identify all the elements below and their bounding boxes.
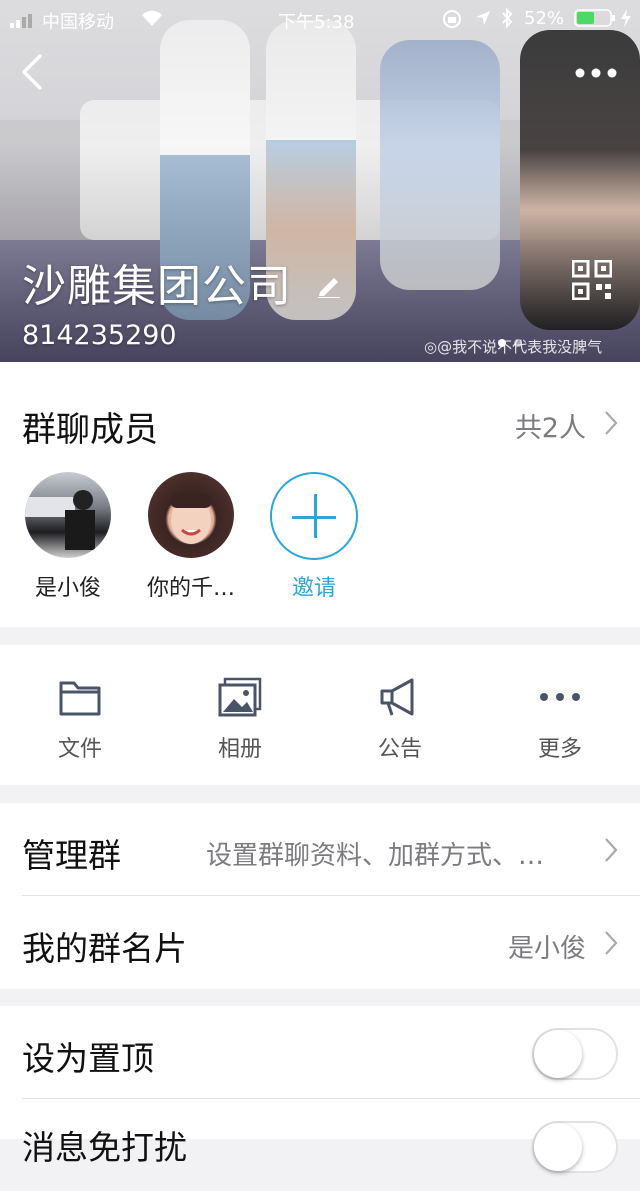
manage-group-row[interactable]: 管理群 设置群聊资料、加群方式、… <box>0 803 640 895</box>
do-not-disturb-toggle[interactable] <box>532 1121 618 1173</box>
status-bar: 中国移动 下午5:38 52% <box>0 0 640 40</box>
group-card-value: 是小俊 <box>507 934 586 964</box>
battery-label: 52% <box>524 8 565 29</box>
folder-icon <box>59 681 101 716</box>
group-cover: 中国移动 下午5:38 52% 沙雕集团公司 814235290 ◎@我不说不代… <box>0 0 640 362</box>
tools-section: 文件 相册 公告 更多 <box>0 645 640 785</box>
toggle-knob <box>534 1030 582 1078</box>
manage-group-label: 管理群 <box>22 836 121 875</box>
pin-top-label: 设为置顶 <box>22 1039 154 1078</box>
group-card-row[interactable]: 我的群名片 是小俊 <box>0 896 640 988</box>
more-dots-icon <box>540 693 580 701</box>
chevron-right-icon <box>604 930 618 956</box>
tool-label: 更多 <box>537 737 582 762</box>
group-card-label: 我的群名片 <box>22 929 187 968</box>
toggle-knob <box>534 1123 582 1171</box>
watermark-text: @我不说不代表我没脾气 <box>437 338 603 356</box>
tool-label: 公告 <box>377 737 422 762</box>
tool-announcement[interactable]: 公告 <box>320 645 480 785</box>
avatar[interactable] <box>25 472 111 558</box>
weibo-icon: ◎ <box>424 338 438 356</box>
pin-top-toggle[interactable] <box>532 1028 618 1080</box>
more-options-button[interactable] <box>570 55 622 91</box>
tool-album[interactable]: 相册 <box>160 645 320 785</box>
tool-label: 文件 <box>57 737 102 762</box>
tool-label: 相册 <box>217 737 262 762</box>
carrier-label: 中国移动 <box>42 12 114 33</box>
megaphone-icon <box>380 678 414 716</box>
location-icon <box>474 9 492 32</box>
back-button[interactable] <box>10 50 54 94</box>
pin-top-row: 设为置顶 <box>0 1006 640 1098</box>
album-icon <box>218 677 262 717</box>
manage-group-value: 设置群聊资料、加群方式、… <box>206 841 545 871</box>
time-label: 下午5:38 <box>278 12 355 33</box>
chevron-right-icon <box>604 410 618 436</box>
group-id: 814235290 <box>22 320 177 351</box>
charging-icon <box>620 8 632 33</box>
member-name: 是小俊 <box>34 576 101 601</box>
qr-code-icon[interactable] <box>571 259 613 301</box>
weibo-watermark: ◎@我不说不代表我没脾气 <box>424 336 602 357</box>
edit-name-icon[interactable] <box>316 272 342 299</box>
chevron-right-icon <box>604 837 618 863</box>
tool-files[interactable]: 文件 <box>0 645 160 785</box>
members-count: 共2人 <box>514 413 586 444</box>
members-section: 群聊成员 共2人 是小俊 你的千… 邀请 <box>0 362 640 627</box>
avatar[interactable] <box>148 472 234 558</box>
members-title: 群聊成员 <box>22 410 158 450</box>
battery-icon <box>574 8 618 33</box>
bluetooth-icon <box>500 7 514 33</box>
signal-icon <box>10 12 40 33</box>
do-not-disturb-row: 消息免打扰 <box>0 1099 640 1191</box>
orientation-lock-icon <box>442 9 462 34</box>
settings-section: 管理群 设置群聊资料、加群方式、… 我的群名片 是小俊 <box>0 803 640 989</box>
invite-label[interactable]: 邀请 <box>259 570 369 602</box>
wifi-icon <box>140 8 164 33</box>
do-not-disturb-label: 消息免打扰 <box>22 1128 187 1167</box>
invite-button[interactable] <box>270 472 358 560</box>
group-name: 沙雕集团公司 <box>22 261 292 312</box>
member-name: 你的千… <box>146 576 235 601</box>
tool-more[interactable]: 更多 <box>480 645 640 785</box>
toggle-section: 设为置顶 消息免打扰 <box>0 1006 640 1173</box>
